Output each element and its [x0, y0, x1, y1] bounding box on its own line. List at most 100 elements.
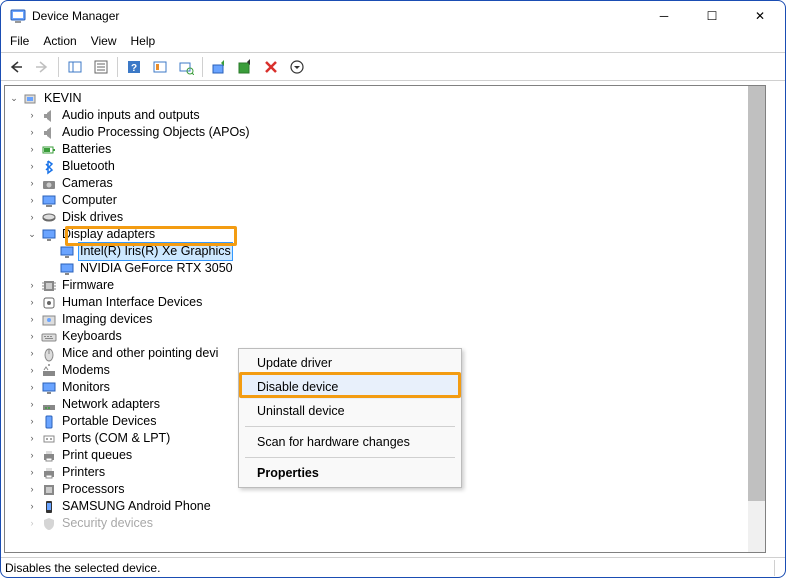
chevron-right-icon[interactable]: › [25, 430, 39, 447]
tree-item[interactable]: › Computer [7, 192, 763, 209]
chevron-right-icon[interactable]: › [25, 413, 39, 430]
scrollbar[interactable] [748, 86, 765, 552]
tree-item[interactable]: ›Batteries [7, 141, 763, 158]
tree-item-selected[interactable]: ›Intel(R) Iris(R) Xe Graphics [7, 243, 763, 260]
tree-item-label: Mice and other pointing devi [61, 345, 219, 362]
tree-item[interactable]: › Keyboards [7, 328, 763, 345]
tree-item[interactable]: ⌄KEVIN [7, 90, 763, 107]
disable-device-button[interactable] [233, 56, 257, 78]
scrollbar-thumb[interactable] [748, 86, 765, 501]
port-icon [41, 431, 57, 447]
chevron-right-icon[interactable]: › [25, 175, 39, 192]
chevron-right-icon[interactable]: › [25, 515, 39, 532]
tree-item-label: Keyboards [61, 328, 123, 345]
tree-item[interactable]: ›Bluetooth [7, 158, 763, 175]
menu-action[interactable]: Action [43, 34, 76, 48]
context-menu-scan-hardware[interactable]: Scan for hardware changes [241, 430, 459, 454]
printer-icon [41, 448, 57, 464]
tree-item-label: Portable Devices [61, 413, 158, 430]
help-button[interactable]: ? [122, 56, 146, 78]
tree-item-label: Ports (COM & LPT) [61, 430, 171, 447]
chevron-right-icon[interactable]: › [25, 294, 39, 311]
close-button[interactable]: ✕ [738, 2, 782, 30]
chevron-right-icon[interactable]: › [25, 311, 39, 328]
camera-icon [41, 176, 57, 192]
tree-item[interactable]: › Imaging devices [7, 311, 763, 328]
chevron-right-icon[interactable]: › [25, 447, 39, 464]
tree-item[interactable]: ⌄ Display adapters [7, 226, 763, 243]
display-icon [59, 244, 75, 260]
tree-item[interactable]: › Human Interface Devices [7, 294, 763, 311]
tree-item-label: Monitors [61, 379, 111, 396]
chevron-right-icon[interactable]: › [25, 345, 39, 362]
chevron-right-icon[interactable]: › [25, 328, 39, 345]
menu-help[interactable]: Help [131, 34, 156, 48]
tree-item-label: Security devices [61, 515, 154, 532]
tree-item-label: Cameras [61, 175, 114, 192]
chevron-right-icon[interactable]: › [25, 107, 39, 124]
chevron-right-icon[interactable]: › [25, 464, 39, 481]
cpu-icon [41, 482, 57, 498]
modem-icon [41, 363, 57, 379]
tree-item[interactable]: ›Audio inputs and outputs [7, 107, 763, 124]
security-icon [41, 516, 57, 532]
minimize-button[interactable]: ─ [642, 2, 686, 30]
window-title: Device Manager [32, 9, 119, 23]
context-menu-uninstall-device[interactable]: Uninstall device [241, 399, 459, 423]
tree-item[interactable]: › Security devices [7, 515, 763, 532]
context-menu-properties[interactable]: Properties [241, 461, 459, 485]
uninstall-device-button[interactable] [259, 56, 283, 78]
nav-back-button[interactable] [4, 56, 28, 78]
chevron-right-icon[interactable]: › [25, 158, 39, 175]
statusbar-separator [774, 560, 775, 576]
chevron-down-icon[interactable]: ⌄ [25, 226, 39, 243]
update-driver-button[interactable] [207, 56, 231, 78]
context-menu-disable-device[interactable]: Disable device [241, 375, 459, 399]
chevron-right-icon[interactable]: › [25, 362, 39, 379]
tree-item[interactable]: ›NVIDIA GeForce RTX 3050 [7, 260, 763, 277]
tree-item[interactable]: › Disk drives [7, 209, 763, 226]
nav-forward-button[interactable] [30, 56, 54, 78]
chevron-right-icon[interactable]: › [25, 192, 39, 209]
chip-icon [41, 278, 57, 294]
content-area: ⌄KEVIN›Audio inputs and outputs›Audio Pr… [0, 81, 786, 557]
root-icon [23, 91, 39, 107]
tree-item[interactable]: › Cameras [7, 175, 763, 192]
toolbar-dropdown-button[interactable] [285, 56, 309, 78]
action-button[interactable] [148, 56, 172, 78]
speaker-icon [41, 108, 57, 124]
tree-item-label: Intel(R) Iris(R) Xe Graphics [78, 242, 233, 261]
tree-item[interactable]: ›Audio Processing Objects (APOs) [7, 124, 763, 141]
chevron-right-icon[interactable]: › [25, 498, 39, 515]
scan-hardware-button[interactable] [174, 56, 198, 78]
device-tree-pane: ⌄KEVIN›Audio inputs and outputs›Audio Pr… [4, 85, 766, 553]
chevron-right-icon[interactable]: › [25, 379, 39, 396]
disk-icon [41, 210, 57, 226]
computer-icon [41, 193, 57, 209]
tree-item-label: Computer [61, 192, 118, 209]
menu-view[interactable]: View [91, 34, 117, 48]
tree-item-label: Disk drives [61, 209, 124, 226]
tree-item-label: NVIDIA GeForce RTX 3050 [79, 260, 234, 277]
chevron-right-icon[interactable]: › [25, 124, 39, 141]
toolbar: ? [0, 53, 786, 81]
tree-item[interactable]: ›SAMSUNG Android Phone [7, 498, 763, 515]
properties-button[interactable] [89, 56, 113, 78]
chevron-right-icon[interactable]: › [25, 481, 39, 498]
tree-item[interactable]: ›Firmware [7, 277, 763, 294]
tree-item-label: Print queues [61, 447, 133, 464]
show-hide-console-tree-button[interactable] [63, 56, 87, 78]
tree-item-label: Display adapters [61, 226, 156, 243]
tree-item-label: Imaging devices [61, 311, 153, 328]
menu-file[interactable]: File [10, 34, 29, 48]
chevron-right-icon[interactable]: › [25, 277, 39, 294]
toolbar-separator [117, 57, 118, 77]
portable-icon [41, 414, 57, 430]
chevron-right-icon[interactable]: › [25, 396, 39, 413]
context-menu-update-driver[interactable]: Update driver [241, 351, 459, 375]
chevron-right-icon[interactable]: › [25, 141, 39, 158]
chevron-down-icon[interactable]: ⌄ [7, 90, 21, 107]
maximize-button[interactable]: ☐ [690, 2, 734, 30]
tree-item-label: Human Interface Devices [61, 294, 203, 311]
chevron-right-icon[interactable]: › [25, 209, 39, 226]
